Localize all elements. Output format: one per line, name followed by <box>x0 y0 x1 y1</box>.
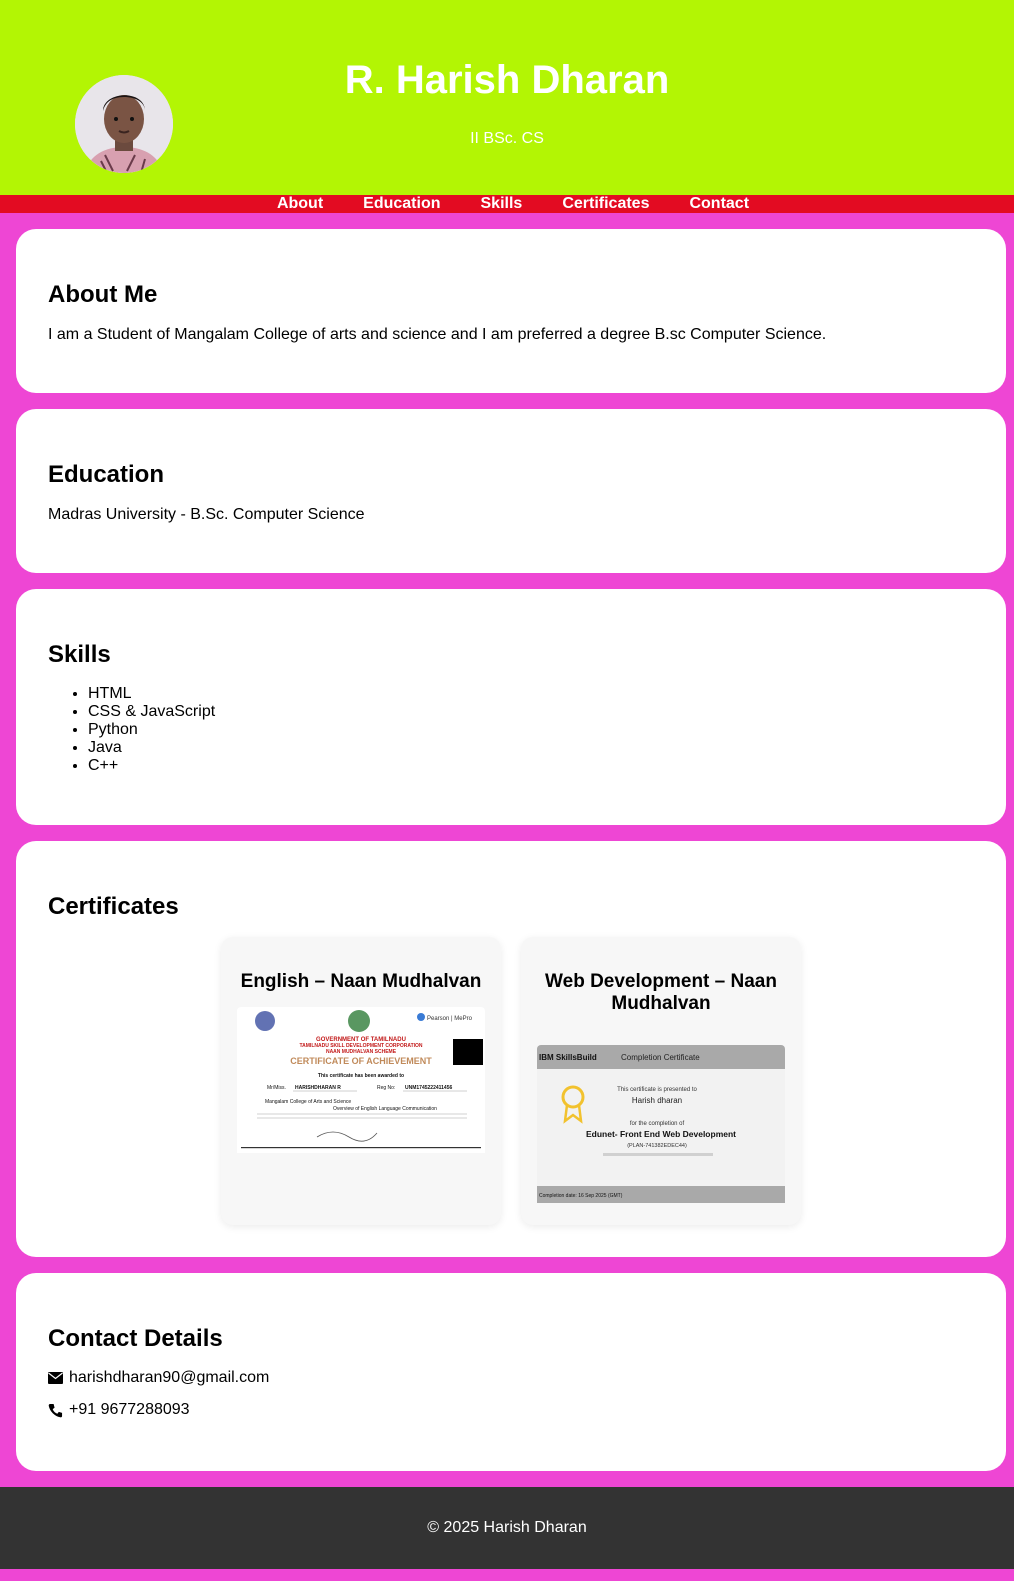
skill-item: CSS & JavaScript <box>88 703 974 721</box>
contact-phone[interactable]: +91 9677288093 <box>69 1401 190 1419</box>
skills-list: HTML CSS & JavaScript Python Java C++ <box>48 685 974 775</box>
site-subtitle: II BSc. CS <box>470 130 544 147</box>
about-text: I am a Student of Mangalam College of ar… <box>48 326 827 343</box>
certificates-section: Certificates English – Naan Mudhalvan Pe… <box>16 841 1006 1257</box>
certificate-image-english[interactable]: Pearson | MePro GOVERNMENT OF TAMILNADU … <box>237 1007 485 1158</box>
nav-link-education[interactable]: Education <box>363 195 440 213</box>
svg-text:HARISHDHARAN R: HARISHDHARAN R <box>295 1085 341 1091</box>
svg-text:UNM1745222411456: UNM1745222411456 <box>405 1085 452 1091</box>
main-nav: About Education Skills Certificates Cont… <box>0 195 1014 213</box>
certificate-image-webdev[interactable]: IBM SkillsBuild Completion Certificate T… <box>537 1045 785 1208</box>
about-section: About Me I am a Student of Mangalam Coll… <box>16 229 1006 393</box>
certificate-card-english: English – Naan Mudhalvan Pearson | MePro… <box>221 937 501 1225</box>
education-section: Education Madras University - B.Sc. Comp… <box>16 409 1006 573</box>
svg-text:Completion date: 16 Sep 2025 (: Completion date: 16 Sep 2025 (GMT) <box>539 1193 623 1199</box>
skills-section: Skills HTML CSS & JavaScript Python Java… <box>16 589 1006 825</box>
nav-link-certificates[interactable]: Certificates <box>562 195 649 213</box>
site-header: R. Harish Dharan II BSc. CS <box>0 0 1014 195</box>
envelope-icon <box>48 1372 63 1384</box>
certificate-title: English – Naan Mudhalvan <box>240 971 482 992</box>
svg-text:This certificate has been awar: This certificate has been awarded to <box>318 1073 404 1079</box>
skill-item: C++ <box>88 757 974 775</box>
certificate-card-webdev: Web Development – Naan Mudhalvan IBM Ski… <box>521 937 801 1225</box>
footer-copyright: © 2025 Harish Dharan <box>427 1519 587 1536</box>
education-text: Madras University - B.Sc. Computer Scien… <box>48 506 365 523</box>
skill-item: Python <box>88 721 974 739</box>
nav-link-about[interactable]: About <box>277 195 323 213</box>
contact-heading: Contact Details <box>48 1325 223 1352</box>
svg-text:for the completion of: for the completion of <box>630 1121 685 1127</box>
contact-email-line: harishdharan90@gmail.com <box>48 1369 974 1387</box>
svg-text:Pearson | MePro: Pearson | MePro <box>427 1016 473 1022</box>
certificate-title: Web Development – Naan Mudhalvan <box>545 971 777 1014</box>
contact-phone-line: +91 9677288093 <box>48 1401 974 1419</box>
svg-text:(PLAN-741382EDEC44): (PLAN-741382EDEC44) <box>627 1143 687 1149</box>
svg-text:Edunet- Front End Web Developm: Edunet- Front End Web Development <box>586 1129 736 1139</box>
svg-text:Harish dharan: Harish dharan <box>632 1096 682 1105</box>
contact-email[interactable]: harishdharan90@gmail.com <box>69 1369 269 1387</box>
site-title: R. Harish Dharan <box>344 58 670 102</box>
svg-text:Mangalam College of Arts and S: Mangalam College of Arts and Science <box>265 1099 351 1105</box>
site-footer: © 2025 Harish Dharan <box>0 1487 1014 1569</box>
svg-text:This certificate is presented: This certificate is presented to <box>617 1087 697 1093</box>
certificates-row: English – Naan Mudhalvan Pearson | MePro… <box>48 937 974 1225</box>
about-heading: About Me <box>48 281 158 308</box>
contact-section: Contact Details harishdharan90@gmail.com… <box>16 1273 1006 1471</box>
svg-text:CERTIFICATE OF ACHIEVEMENT: CERTIFICATE OF ACHIEVEMENT <box>290 1056 432 1066</box>
nav-link-contact[interactable]: Contact <box>689 195 749 213</box>
svg-text:NAAN MUDHALVAN SCHEME: NAAN MUDHALVAN SCHEME <box>326 1049 397 1055</box>
phone-icon <box>48 1403 63 1417</box>
skills-heading: Skills <box>48 641 111 668</box>
skill-item: Java <box>88 739 974 757</box>
skill-item: HTML <box>88 685 974 703</box>
education-heading: Education <box>48 461 165 488</box>
certificate-webdev-icon: IBM SkillsBuild Completion Certificate T… <box>537 1045 785 1203</box>
nav-link-skills[interactable]: Skills <box>481 195 523 213</box>
main-content: About Me I am a Student of Mangalam Coll… <box>0 213 1014 1471</box>
svg-text:Reg No:: Reg No: <box>377 1085 395 1091</box>
svg-text:IBM SkillsBuild: IBM SkillsBuild <box>539 1053 597 1062</box>
svg-text:Mr/Miss.: Mr/Miss. <box>267 1085 286 1091</box>
certificates-heading: Certificates <box>48 893 179 920</box>
svg-text:Overview of English Language C: Overview of English Language Communicati… <box>333 1106 437 1112</box>
certificate-english-icon: Pearson | MePro GOVERNMENT OF TAMILNADU … <box>237 1007 485 1153</box>
svg-text:Completion Certificate: Completion Certificate <box>621 1053 700 1062</box>
